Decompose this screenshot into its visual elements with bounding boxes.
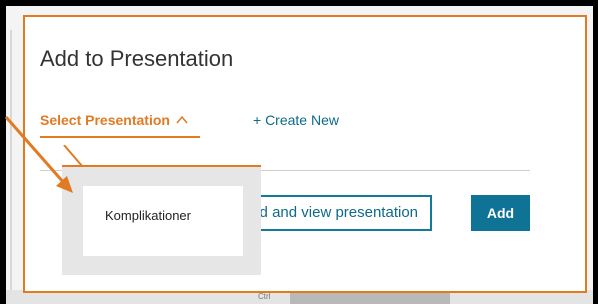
dropdown-item[interactable]: Komplikationer (83, 186, 243, 256)
tab-create-new[interactable]: + Create New (253, 112, 339, 128)
tab-select-label: Select Presentation (40, 112, 170, 128)
tab-select-presentation[interactable]: Select Presentation (40, 112, 188, 128)
add-button[interactable]: Add (471, 195, 530, 231)
dialog-title: Add to Presentation (40, 46, 234, 71)
active-tab-underline (40, 136, 200, 138)
background-divider (10, 30, 12, 290)
background-label: Ctrl (258, 292, 271, 301)
screenshot-frame-right (593, 0, 598, 304)
dropdown-connector (63, 145, 83, 167)
background-thumbnail (290, 293, 450, 304)
chevron-up-icon (176, 112, 188, 128)
